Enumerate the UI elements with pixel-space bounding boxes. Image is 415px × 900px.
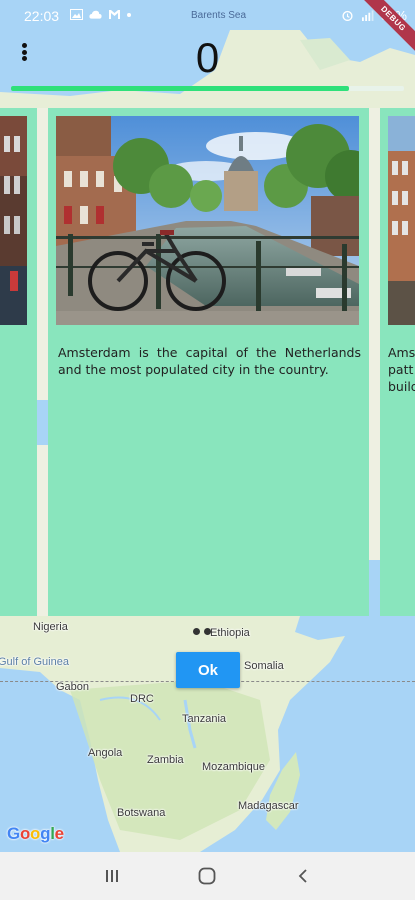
map-label-barents-sea: Barents Sea — [191, 10, 247, 21]
map-label-mozambique: Mozambique — [202, 761, 265, 773]
map-label-zambia: Zambia — [147, 754, 184, 766]
card-description: Amsterdam is the capital of the Netherla… — [58, 345, 361, 377]
map-marker[interactable] — [204, 628, 211, 635]
cloud-icon — [89, 10, 102, 19]
quiz-card-previous[interactable] — [0, 108, 37, 616]
status-bar: 22:03 Barents Sea 83% DEBUG — [0, 0, 415, 60]
ok-button[interactable]: Ok — [176, 652, 240, 688]
back-icon[interactable] — [287, 860, 319, 892]
map-label-tanzania: Tanzania — [182, 713, 227, 725]
card-description-next-line: Ams — [388, 345, 415, 360]
map-label-gabon: Gabon — [56, 681, 90, 693]
quiz-card[interactable]: Amsterdam is the capital of the Netherla… — [48, 108, 369, 616]
card-photo-next — [388, 116, 415, 325]
recents-icon[interactable] — [96, 860, 128, 892]
home-icon[interactable] — [191, 860, 223, 892]
gmail-icon — [109, 10, 120, 19]
card-photo-amsterdam — [56, 116, 359, 325]
progress-fill — [11, 86, 349, 91]
card-description-next-line: build — [388, 379, 415, 394]
alarm-icon — [342, 10, 353, 21]
google-logo: Google — [7, 824, 64, 843]
map-label-somalia: Somalia — [244, 660, 284, 672]
card-photo-previous — [0, 116, 27, 325]
map-label-nigeria: Nigeria — [33, 621, 68, 633]
image-icon — [70, 9, 83, 20]
map-label-madagascar: Madagascar — [238, 800, 299, 812]
score-counter: 0 — [195, 34, 220, 81]
system-nav-bar — [0, 852, 415, 900]
card-description-next-line: patt — [388, 362, 414, 377]
map-label-angola: Angola — [88, 747, 123, 759]
map-label-botswana: Botswana — [117, 807, 166, 819]
signal-icon — [361, 10, 374, 21]
map-marker[interactable] — [193, 628, 200, 635]
progress-bar — [11, 86, 404, 91]
map-label-drc: DRC — [130, 693, 154, 705]
status-icons-left — [70, 9, 131, 20]
map-label-ethiopia: Ethiopia — [210, 627, 250, 639]
quiz-card-next[interactable]: Ams patt build — [380, 108, 415, 616]
notification-dot-icon — [127, 12, 131, 17]
status-time: 22:03 — [24, 8, 60, 24]
map-label-gulf-of-guinea: Gulf of Guinea — [0, 656, 69, 668]
